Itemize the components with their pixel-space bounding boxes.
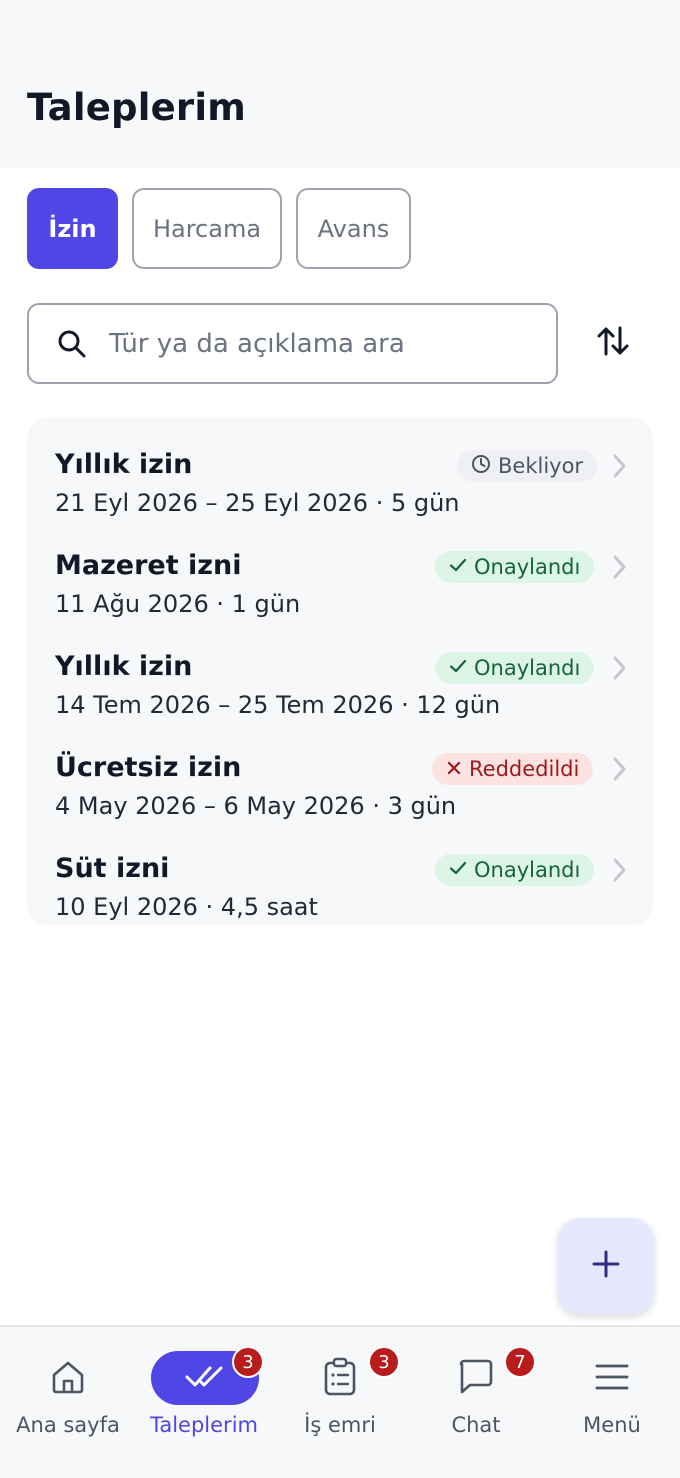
nav-requests-label: Taleplerim: [150, 1413, 258, 1437]
double-check-icon: [184, 1361, 226, 1395]
clock-icon: [471, 454, 498, 479]
plus-icon: [591, 1249, 621, 1283]
check-icon: [449, 656, 474, 680]
status-label: Onaylandı: [474, 555, 581, 579]
request-dates: 4 May 2026 – 6 May 2026 · 3 gün: [55, 792, 457, 820]
list-item[interactable]: Ücretsiz izin 4 May 2026 – 6 May 2026 · …: [27, 735, 653, 836]
request-dates: 14 Tem 2026 – 25 Tem 2026 · 12 gün: [55, 691, 501, 719]
nav-menu[interactable]: Menü: [544, 1327, 680, 1478]
add-request-button[interactable]: [558, 1218, 654, 1314]
request-dates: 10 Eyl 2026 · 4,5 saat: [55, 893, 318, 921]
tab-izin[interactable]: İzin: [27, 188, 118, 269]
request-title: Ücretsiz izin: [55, 752, 242, 783]
chevron-right-icon: [607, 655, 631, 681]
sort-button[interactable]: [588, 318, 638, 368]
close-icon: [446, 757, 469, 781]
status-label: Bekliyor: [498, 454, 584, 478]
nav-chat-label: Chat: [451, 1413, 501, 1437]
request-dates: 21 Eyl 2026 – 25 Eyl 2026 · 5 gün: [55, 489, 460, 517]
status-badge: Onaylandı: [435, 551, 595, 583]
status-label: Reddedildi: [469, 757, 580, 781]
header: Taleplerim: [0, 0, 680, 168]
tab-harcama[interactable]: Harcama: [132, 188, 282, 269]
notification-badge: 3: [232, 1346, 264, 1378]
chevron-right-icon: [607, 453, 631, 479]
search-input[interactable]: [109, 319, 539, 369]
chevron-right-icon: [607, 857, 631, 883]
nav-home-label: Ana sayfa: [16, 1413, 120, 1437]
home-icon: [48, 1357, 88, 1397]
clipboard-icon: [320, 1357, 360, 1397]
page-title: Taleplerim: [27, 86, 246, 129]
list-item[interactable]: Yıllık izin 21 Eyl 2026 – 25 Eyl 2026 · …: [27, 432, 653, 533]
nav-work-orders[interactable]: 3 İş emri: [272, 1327, 408, 1478]
search-box: [27, 303, 558, 384]
list-item[interactable]: Yıllık izin 14 Tem 2026 – 25 Tem 2026 · …: [27, 634, 653, 735]
notification-badge: 7: [504, 1346, 536, 1378]
list-item[interactable]: Süt izni 10 Eyl 2026 · 4,5 saat Onayland…: [27, 836, 653, 937]
sort-arrows-icon: [596, 324, 630, 362]
notification-badge: 3: [368, 1346, 400, 1378]
request-title: Yıllık izin: [55, 651, 193, 682]
nav-home[interactable]: Ana sayfa: [0, 1327, 136, 1478]
hamburger-menu-icon: [592, 1357, 632, 1397]
check-icon: [449, 555, 474, 579]
status-badge: Onaylandı: [435, 854, 595, 886]
request-list: Yıllık izin 21 Eyl 2026 – 25 Eyl 2026 · …: [27, 417, 653, 925]
list-item[interactable]: Mazeret izni 11 Ağu 2026 · 1 gün Onaylan…: [27, 533, 653, 634]
request-title: Mazeret izni: [55, 550, 242, 581]
check-icon: [449, 858, 474, 882]
status-label: Onaylandı: [474, 656, 581, 680]
nav-menu-label: Menü: [583, 1413, 641, 1437]
request-dates: 11 Ağu 2026 · 1 gün: [55, 590, 301, 618]
chevron-right-icon: [607, 756, 631, 782]
status-badge: Reddedildi: [432, 753, 594, 785]
nav-work-orders-label: İş emri: [304, 1413, 376, 1437]
chat-bubble-icon: [456, 1357, 496, 1397]
request-title: Yıllık izin: [55, 449, 193, 480]
nav-chat[interactable]: 7 Chat: [408, 1327, 544, 1478]
status-badge: Bekliyor: [457, 450, 598, 482]
status-label: Onaylandı: [474, 858, 581, 882]
nav-requests[interactable]: 3 Taleplerim: [136, 1327, 272, 1478]
tab-avans[interactable]: Avans: [296, 188, 411, 269]
chevron-right-icon: [607, 554, 631, 580]
request-title: Süt izni: [55, 853, 170, 884]
search-icon: [57, 329, 87, 359]
bottom-nav: Ana sayfa 3 Taleplerim 3 İş emri 7 Chat …: [0, 1325, 680, 1478]
status-badge: Onaylandı: [435, 652, 595, 684]
